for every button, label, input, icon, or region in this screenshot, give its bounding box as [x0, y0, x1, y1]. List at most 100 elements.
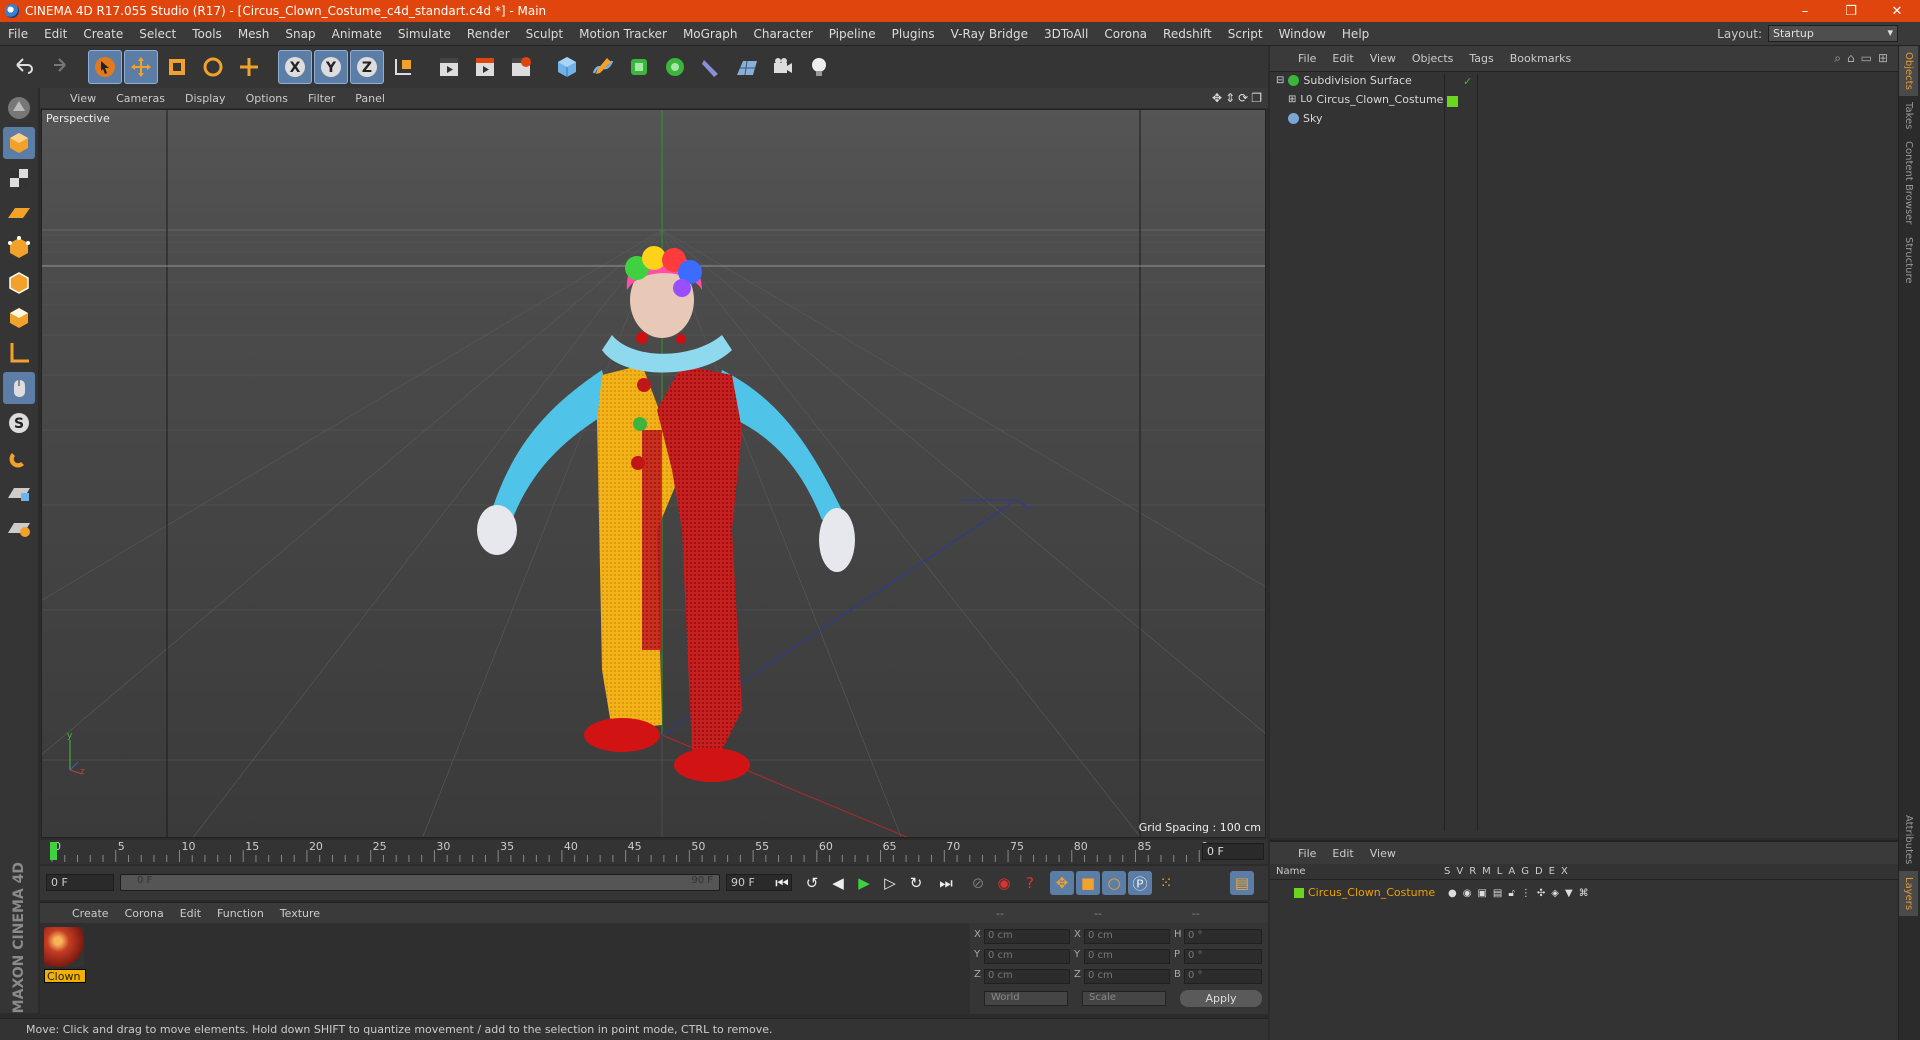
render-settings-button[interactable]: [504, 50, 538, 84]
vp-menu-cameras[interactable]: Cameras: [106, 92, 175, 105]
polygons-mode-button[interactable]: [3, 302, 35, 334]
menu-window[interactable]: Window: [1271, 27, 1334, 41]
add-light-button[interactable]: [802, 50, 836, 84]
menu-render[interactable]: Render: [459, 27, 518, 41]
3d-viewport[interactable]: y z Perspective Grid Spacing : 100 cm: [41, 109, 1266, 838]
size-y-field[interactable]: 0 cm: [1084, 949, 1170, 964]
object-row[interactable]: ⊞ L0 Circus_Clown_Costume: [1274, 93, 1894, 112]
expand-icon[interactable]: ⊞: [1878, 51, 1888, 66]
z-axis-button[interactable]: Z: [350, 50, 384, 84]
texture-mode-button[interactable]: [3, 162, 35, 194]
scale-tool-button[interactable]: [160, 50, 194, 84]
vp-menu-options[interactable]: Options: [236, 92, 298, 105]
prev-frame-button[interactable]: ◀: [826, 871, 850, 895]
obj-menu-objects[interactable]: Objects: [1404, 52, 1462, 65]
key-scale-button[interactable]: ■: [1076, 871, 1100, 895]
edges-mode-button[interactable]: [3, 267, 35, 299]
layer-menu-view[interactable]: View: [1362, 847, 1404, 860]
start-frame-field[interactable]: 0 F: [46, 874, 114, 891]
vp-menu-display[interactable]: Display: [175, 92, 236, 105]
menu-animate[interactable]: Animate: [324, 27, 390, 41]
redo-button[interactable]: [42, 50, 76, 84]
add-deformer-button[interactable]: [694, 50, 728, 84]
key-position-button[interactable]: ✥: [1050, 871, 1074, 895]
animation-icon[interactable]: ⋮: [1521, 888, 1531, 899]
rotation-h-field[interactable]: 0 °: [1184, 929, 1262, 944]
snap-button[interactable]: S: [3, 407, 35, 439]
object-row[interactable]: Sky: [1274, 112, 1894, 131]
size-z-field[interactable]: 0 cm: [1084, 969, 1170, 984]
tab-takes[interactable]: Takes: [1899, 96, 1918, 135]
menu-mesh[interactable]: Mesh: [230, 27, 278, 41]
menu-plugins[interactable]: Plugins: [884, 27, 943, 41]
orbit-icon[interactable]: ⟳: [1238, 91, 1248, 105]
timeline-ruler[interactable]: 051015202530354045505560657075808590 0 F: [40, 840, 1268, 864]
coordinate-system-button[interactable]: [386, 50, 420, 84]
workplane-lock-button[interactable]: [3, 477, 35, 509]
live-selection-button[interactable]: [232, 50, 266, 84]
obj-menu-edit[interactable]: Edit: [1324, 52, 1361, 65]
add-floor-button[interactable]: [730, 50, 764, 84]
rotation-p-field[interactable]: 0 °: [1184, 949, 1262, 964]
menu-file[interactable]: File: [0, 27, 36, 41]
expand-toggle-icon[interactable]: ⊞: [1288, 94, 1296, 105]
object-row[interactable]: ⊟ Subdivision Surface ✓: [1274, 74, 1894, 93]
playhead[interactable]: [50, 842, 57, 860]
y-axis-button[interactable]: Y: [314, 50, 348, 84]
position-y-field[interactable]: 0 cm: [984, 949, 1070, 964]
next-frame-button[interactable]: ▷: [878, 871, 902, 895]
coord-mode-dropdown[interactable]: World: [984, 991, 1068, 1006]
move-tool-button[interactable]: [124, 50, 158, 84]
obj-menu-view[interactable]: View: [1362, 52, 1404, 65]
solo-dot-icon[interactable]: ●: [1448, 888, 1457, 899]
vp-menu-view[interactable]: View: [60, 92, 106, 105]
layer-menu-file[interactable]: File: [1290, 847, 1324, 860]
menu-help[interactable]: Help: [1334, 27, 1377, 41]
menu-script[interactable]: Script: [1220, 27, 1271, 41]
menu-create[interactable]: Create: [75, 27, 131, 41]
go-to-end-button[interactable]: ⏭: [934, 871, 958, 895]
vp-menu-filter[interactable]: Filter: [298, 92, 345, 105]
size-mode-dropdown[interactable]: Scale: [1082, 991, 1166, 1006]
render-icon[interactable]: ▣: [1477, 888, 1486, 899]
lock-icon[interactable]: 🔓︎: [1508, 888, 1514, 899]
tab-objects[interactable]: Objects: [1899, 46, 1918, 96]
mat-menu-corona[interactable]: Corona: [117, 907, 172, 920]
mat-menu-texture[interactable]: Texture: [272, 907, 328, 920]
manager-icon[interactable]: ▤: [1493, 888, 1502, 899]
add-spline-button[interactable]: [586, 50, 620, 84]
expand-toggle-icon[interactable]: ⊟: [1276, 75, 1284, 86]
add-cube-button[interactable]: [550, 50, 584, 84]
autokey-button[interactable]: ?: [1018, 871, 1042, 895]
axis-mode-button[interactable]: [3, 337, 35, 369]
tab-structure[interactable]: Structure: [1899, 231, 1918, 290]
rotation-b-field[interactable]: 0 °: [1184, 969, 1262, 984]
layer-color-chip[interactable]: [1294, 887, 1304, 898]
add-generator-button[interactable]: [622, 50, 656, 84]
menu-3dtoall[interactable]: 3DToAll: [1036, 27, 1096, 41]
add-array-button[interactable]: [658, 50, 692, 84]
menu-redshift[interactable]: Redshift: [1155, 27, 1220, 41]
eye-icon[interactable]: ◉: [1463, 888, 1472, 899]
mat-menu-edit[interactable]: Edit: [172, 907, 209, 920]
make-editable-button[interactable]: [3, 92, 35, 124]
restore-button[interactable]: ❐: [1828, 4, 1874, 19]
position-z-field[interactable]: 0 cm: [984, 969, 1070, 984]
menu-tools[interactable]: Tools: [184, 27, 230, 41]
rotate-tool-button[interactable]: [196, 50, 230, 84]
key-parameter-button[interactable]: Ⓟ: [1128, 871, 1152, 895]
generator-icon[interactable]: ✣: [1537, 888, 1545, 899]
obj-menu-tags[interactable]: Tags: [1461, 52, 1501, 65]
key-rotation-button[interactable]: ○: [1102, 871, 1126, 895]
go-to-start-button[interactable]: ⏮: [770, 871, 794, 895]
undo-button[interactable]: [6, 50, 40, 84]
close-button[interactable]: ✕: [1874, 4, 1920, 19]
position-x-field[interactable]: 0 cm: [984, 929, 1070, 944]
obj-menu-bookmarks[interactable]: Bookmarks: [1502, 52, 1579, 65]
frame-range-slider[interactable]: 0 F 90 F: [120, 874, 720, 891]
menu-sculpt[interactable]: Sculpt: [518, 27, 571, 41]
obj-menu-file[interactable]: File: [1290, 52, 1324, 65]
points-mode-button[interactable]: [3, 232, 35, 264]
maximize-view-icon[interactable]: ❐: [1251, 91, 1262, 105]
next-key-button[interactable]: ↻: [904, 871, 928, 895]
